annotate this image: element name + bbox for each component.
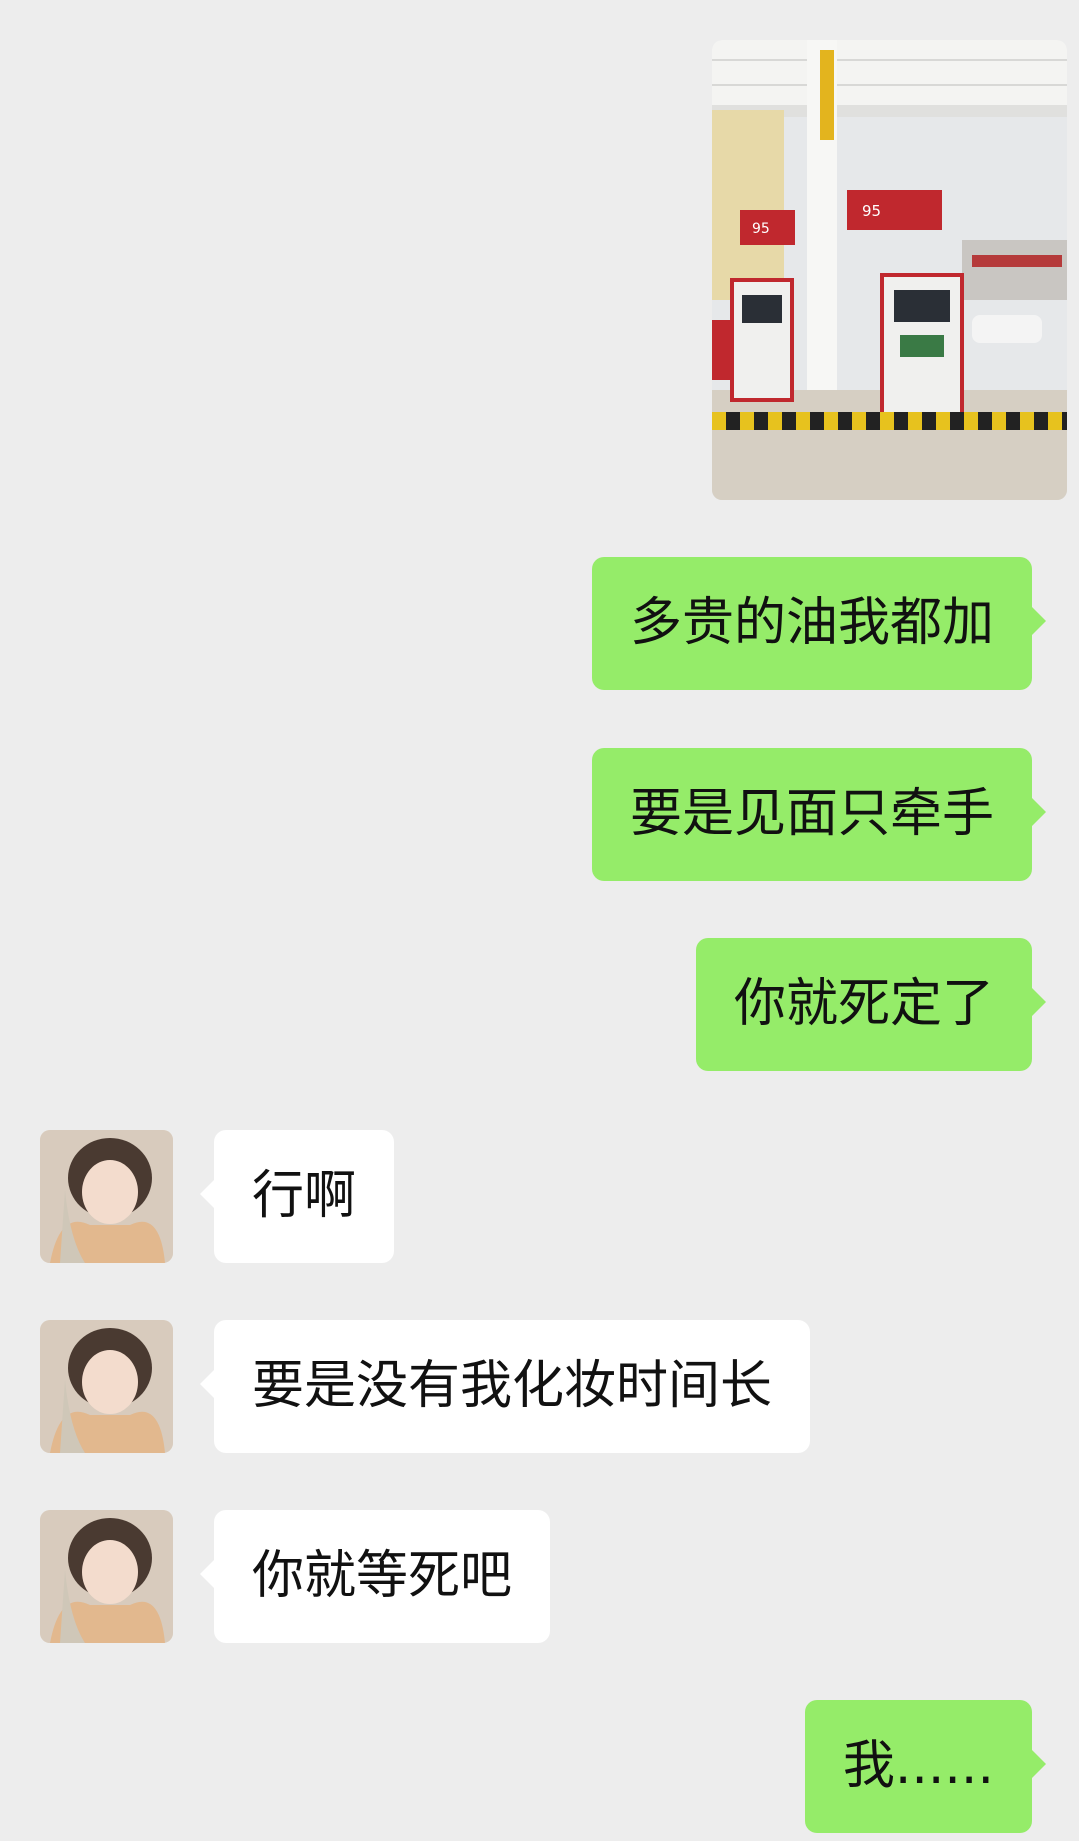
- avatar-icon: [40, 1510, 173, 1643]
- contact-avatar[interactable]: [40, 1130, 173, 1263]
- avatar-icon: [40, 1320, 173, 1453]
- contact-avatar[interactable]: [40, 1320, 173, 1453]
- message-text: 要是见面只牵手: [629, 784, 994, 844]
- incoming-message-bubble[interactable]: 行啊: [199, 1130, 395, 1263]
- incoming-message-bubble[interactable]: 要是没有我化妆时间长: [199, 1320, 811, 1453]
- message-text: 多贵的油我都加: [629, 593, 994, 653]
- message-text: 行啊: [252, 1166, 357, 1226]
- message-text: 你就等死吧: [252, 1546, 513, 1606]
- outgoing-photo-message[interactable]: 95 95: [712, 40, 1067, 500]
- outgoing-message-bubble[interactable]: 要是见面只牵手: [591, 748, 1047, 881]
- outgoing-message-bubble[interactable]: 我......: [804, 1700, 1047, 1833]
- contact-avatar[interactable]: [40, 1510, 173, 1643]
- message-text: 要是没有我化妆时间长: [252, 1356, 773, 1416]
- message-text: 你就死定了: [733, 974, 994, 1034]
- chat-window: 95 95 多贵的油我都加 要是见面只牵手 你就死定了 行啊 要是没有我化妆时间…: [0, 0, 1079, 1841]
- photo-price-left: 95: [752, 221, 770, 237]
- message-text: 我......: [842, 1736, 994, 1796]
- incoming-message-bubble[interactable]: 你就等死吧: [199, 1510, 551, 1643]
- outgoing-message-bubble[interactable]: 你就死定了: [695, 938, 1047, 1071]
- outgoing-message-bubble[interactable]: 多贵的油我都加: [591, 557, 1047, 690]
- avatar-icon: [40, 1130, 173, 1263]
- gas-station-photo: 95 95: [712, 40, 1067, 500]
- photo-price-right: 95: [862, 202, 881, 220]
